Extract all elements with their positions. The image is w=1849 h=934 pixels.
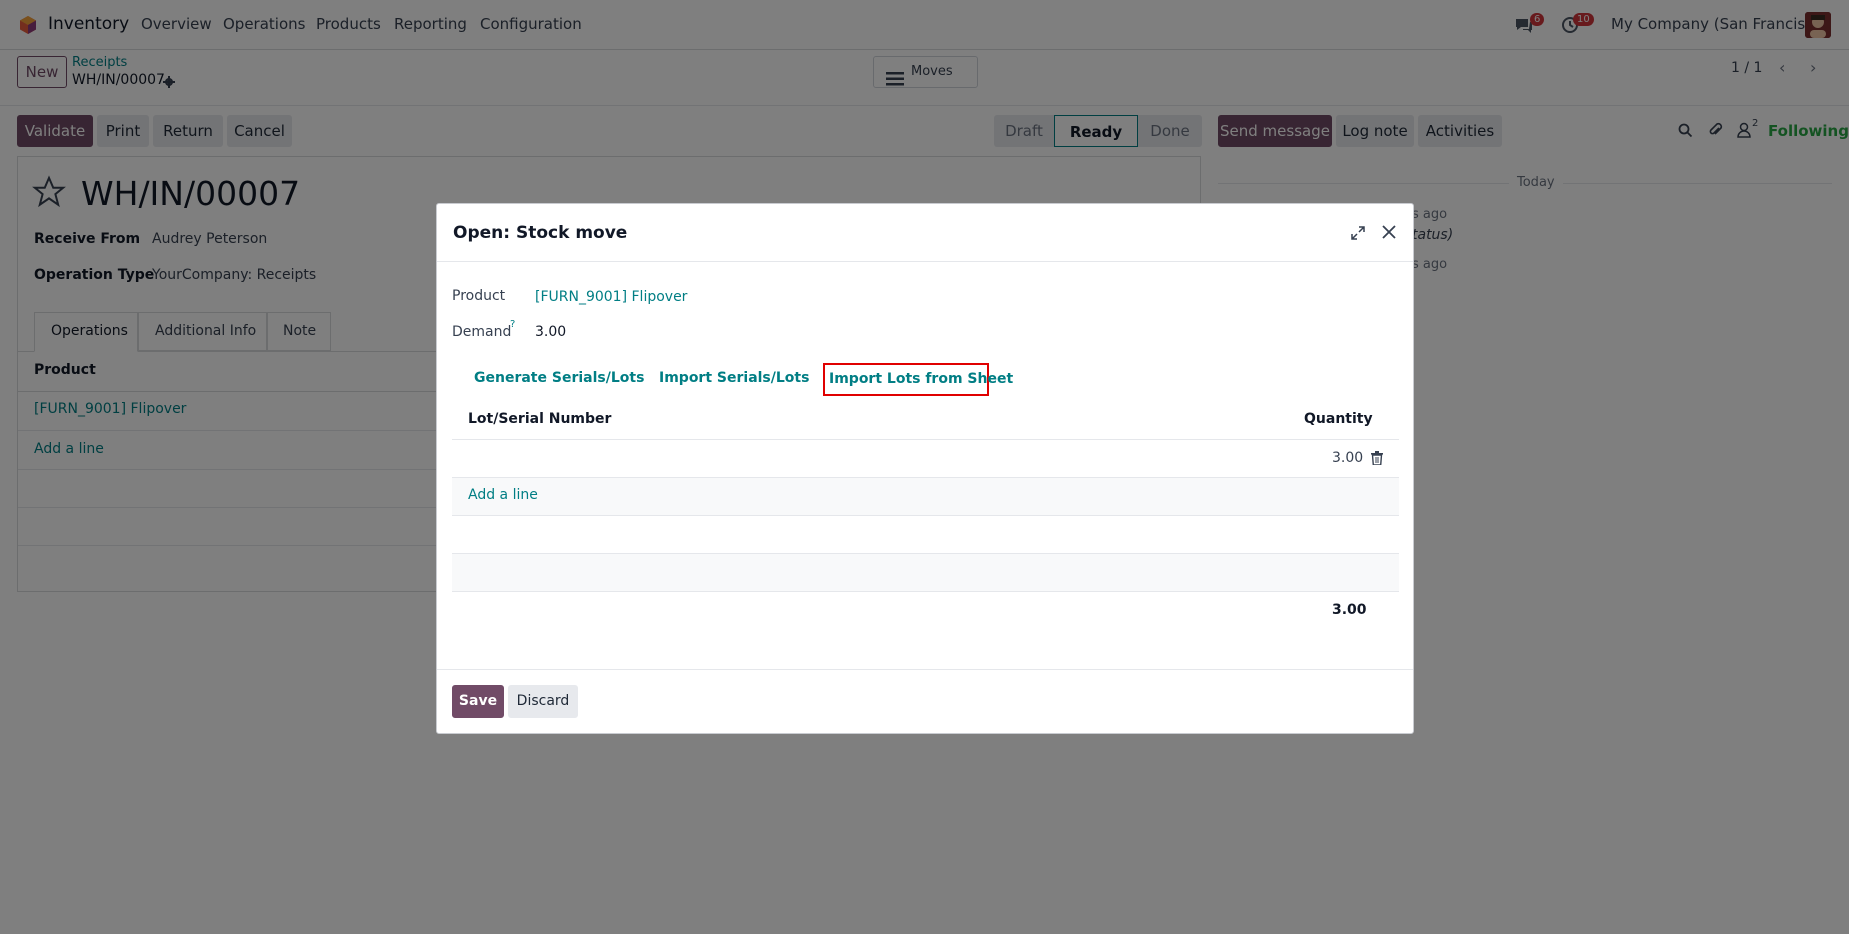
column-quantity[interactable]: Quantity — [1304, 411, 1373, 427]
demand-help-icon[interactable]: ? — [510, 319, 515, 330]
import-serials-button[interactable]: Import Serials/Lots — [659, 370, 809, 386]
product-label: Product — [452, 288, 506, 304]
import-lots-sheet-label: Import Lots from Sheet — [829, 371, 1014, 387]
stock-move-dialog: Open: Stock move Product [FURN_9001] Fli… — [436, 203, 1414, 734]
quantity-total: 3.00 — [1332, 602, 1367, 618]
generate-serials-button[interactable]: Generate Serials/Lots — [474, 370, 644, 386]
close-icon[interactable] — [1381, 224, 1397, 244]
dialog-title: Open: Stock move — [453, 223, 628, 243]
save-button[interactable]: Save — [452, 685, 504, 718]
lot-row-quantity[interactable]: 3.00 — [1332, 450, 1363, 466]
expand-icon[interactable] — [1351, 226, 1365, 244]
lot-add-line-link[interactable]: Add a line — [468, 487, 538, 503]
product-field[interactable]: [FURN_9001] Flipover — [535, 289, 687, 305]
demand-value: 3.00 — [535, 324, 567, 340]
delete-trash-icon[interactable] — [1371, 451, 1383, 469]
demand-label: Demand — [452, 324, 512, 340]
dialog-header: Open: Stock move — [437, 204, 1413, 262]
import-lots-sheet-button[interactable]: Import Lots from Sheet — [823, 363, 1013, 396]
discard-button[interactable]: Discard — [508, 685, 578, 718]
column-lot-serial[interactable]: Lot/Serial Number — [468, 411, 611, 427]
